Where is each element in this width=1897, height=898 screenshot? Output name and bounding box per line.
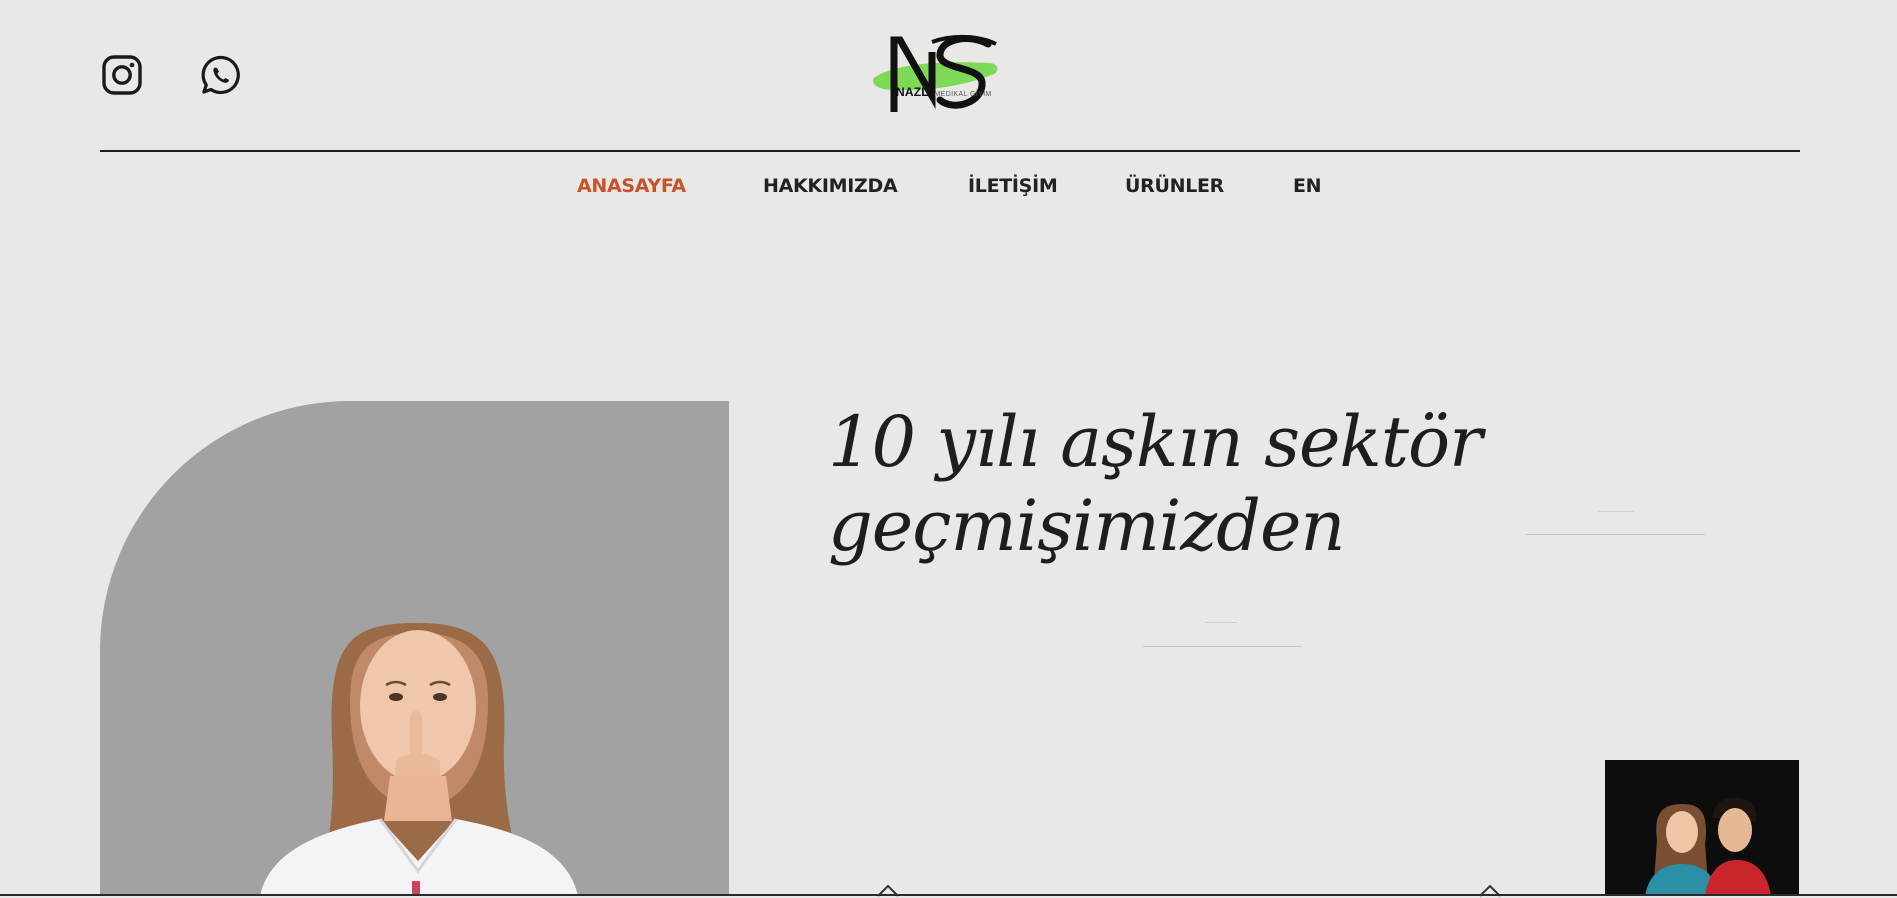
team-thumbnail-image[interactable] (1605, 760, 1799, 896)
decor-line (1205, 622, 1237, 623)
site-header: NAZLI MEDİKAL GİYİM ANASAYFA HAKKIMIZDA İ… (0, 0, 1897, 240)
nav-item-hakkimizda[interactable]: HAKKIMIZDA (763, 175, 898, 197)
nav-item-urunler[interactable]: ÜRÜNLER (1125, 175, 1224, 197)
decor-line (1143, 646, 1301, 647)
nav-item-iletisim[interactable]: İLETİŞİM (968, 175, 1058, 197)
headline-line-1: 10 yılı aşkın sektör (828, 401, 1483, 483)
decor-line (1525, 534, 1705, 535)
logo-wordmark: NAZLI MEDİKAL GİYİM (896, 85, 992, 99)
header-divider (100, 150, 1800, 152)
hero-model-image (100, 401, 729, 896)
nav-item-anasayfa[interactable]: ANASAYFA (577, 175, 686, 197)
nav-item-language-en[interactable]: EN (1293, 175, 1322, 197)
decor-line (1598, 511, 1634, 512)
instagram-icon[interactable] (101, 54, 143, 96)
brand-logo[interactable]: NAZLI MEDİKAL GİYİM (870, 30, 1030, 120)
headline-line-2: geçmişimizden (828, 485, 1345, 567)
hero-headline: 10 yılı aşkın sektör geçmişimizden (828, 400, 1548, 568)
main-nav: ANASAYFA HAKKIMIZDA İLETİŞİM ÜRÜNLER EN (0, 170, 1897, 206)
whatsapp-icon[interactable] (200, 54, 242, 96)
